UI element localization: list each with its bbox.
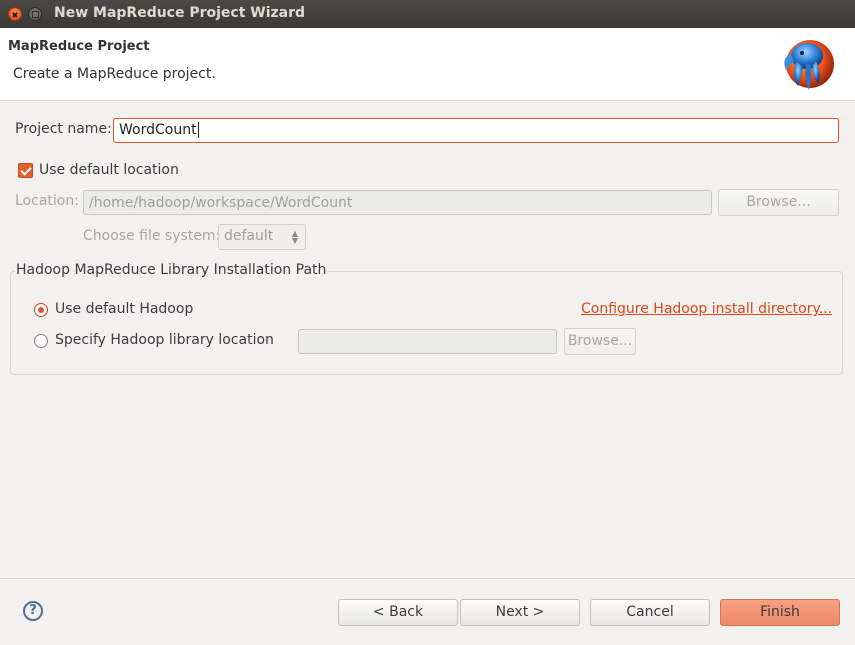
project-name-input[interactable]: WordCount (113, 118, 839, 143)
hadoop-location-input[interactable] (298, 329, 557, 354)
window-title: New MapReduce Project Wizard (54, 5, 306, 21)
specify-hadoop-location-radio[interactable] (34, 334, 48, 348)
wizard-header: MapReduce Project Create a MapReduce pro… (0, 28, 855, 101)
cancel-button[interactable]: Cancel (590, 599, 710, 626)
project-name-label: Project name: (15, 121, 112, 137)
specify-hadoop-location-label: Specify Hadoop library location (55, 332, 274, 348)
next-button[interactable]: Next > (460, 599, 580, 626)
use-default-hadoop-label: Use default Hadoop (55, 301, 194, 317)
file-system-select[interactable]: default ▲ ▼ (218, 224, 306, 250)
location-input[interactable]: /home/hadoop/workspace/WordCount (83, 190, 712, 215)
page-title: MapReduce Project (8, 39, 150, 54)
hadoop-library-group (10, 271, 843, 375)
configure-hadoop-link[interactable]: Configure Hadoop install directory... (581, 301, 832, 317)
use-default-location-checkbox[interactable] (18, 163, 33, 178)
hadoop-library-group-title: Hadoop MapReduce Library Installation Pa… (15, 262, 328, 278)
help-icon[interactable]: ? (23, 601, 43, 621)
hadoop-browse-button[interactable]: Browse... (564, 328, 636, 355)
close-window-button[interactable] (8, 7, 22, 21)
project-name-value: WordCount (119, 122, 197, 138)
spinner-arrows-icon: ▲ ▼ (291, 229, 298, 245)
title-bar: New MapReduce Project Wizard (0, 0, 855, 28)
hadoop-elephant-icon (784, 40, 834, 90)
footer-divider (0, 578, 855, 579)
back-button[interactable]: < Back (338, 599, 458, 626)
location-browse-button[interactable]: Browse... (718, 189, 839, 216)
file-system-value: default (224, 228, 274, 244)
text-caret (197, 122, 199, 138)
page-description: Create a MapReduce project. (13, 66, 216, 82)
maximize-window-button[interactable] (28, 7, 42, 21)
use-default-location-label: Use default location (39, 162, 179, 178)
location-label: Location: (15, 193, 79, 209)
use-default-hadoop-radio[interactable] (34, 303, 48, 317)
finish-button[interactable]: Finish (720, 599, 840, 626)
file-system-label: Choose file system: (83, 228, 221, 244)
